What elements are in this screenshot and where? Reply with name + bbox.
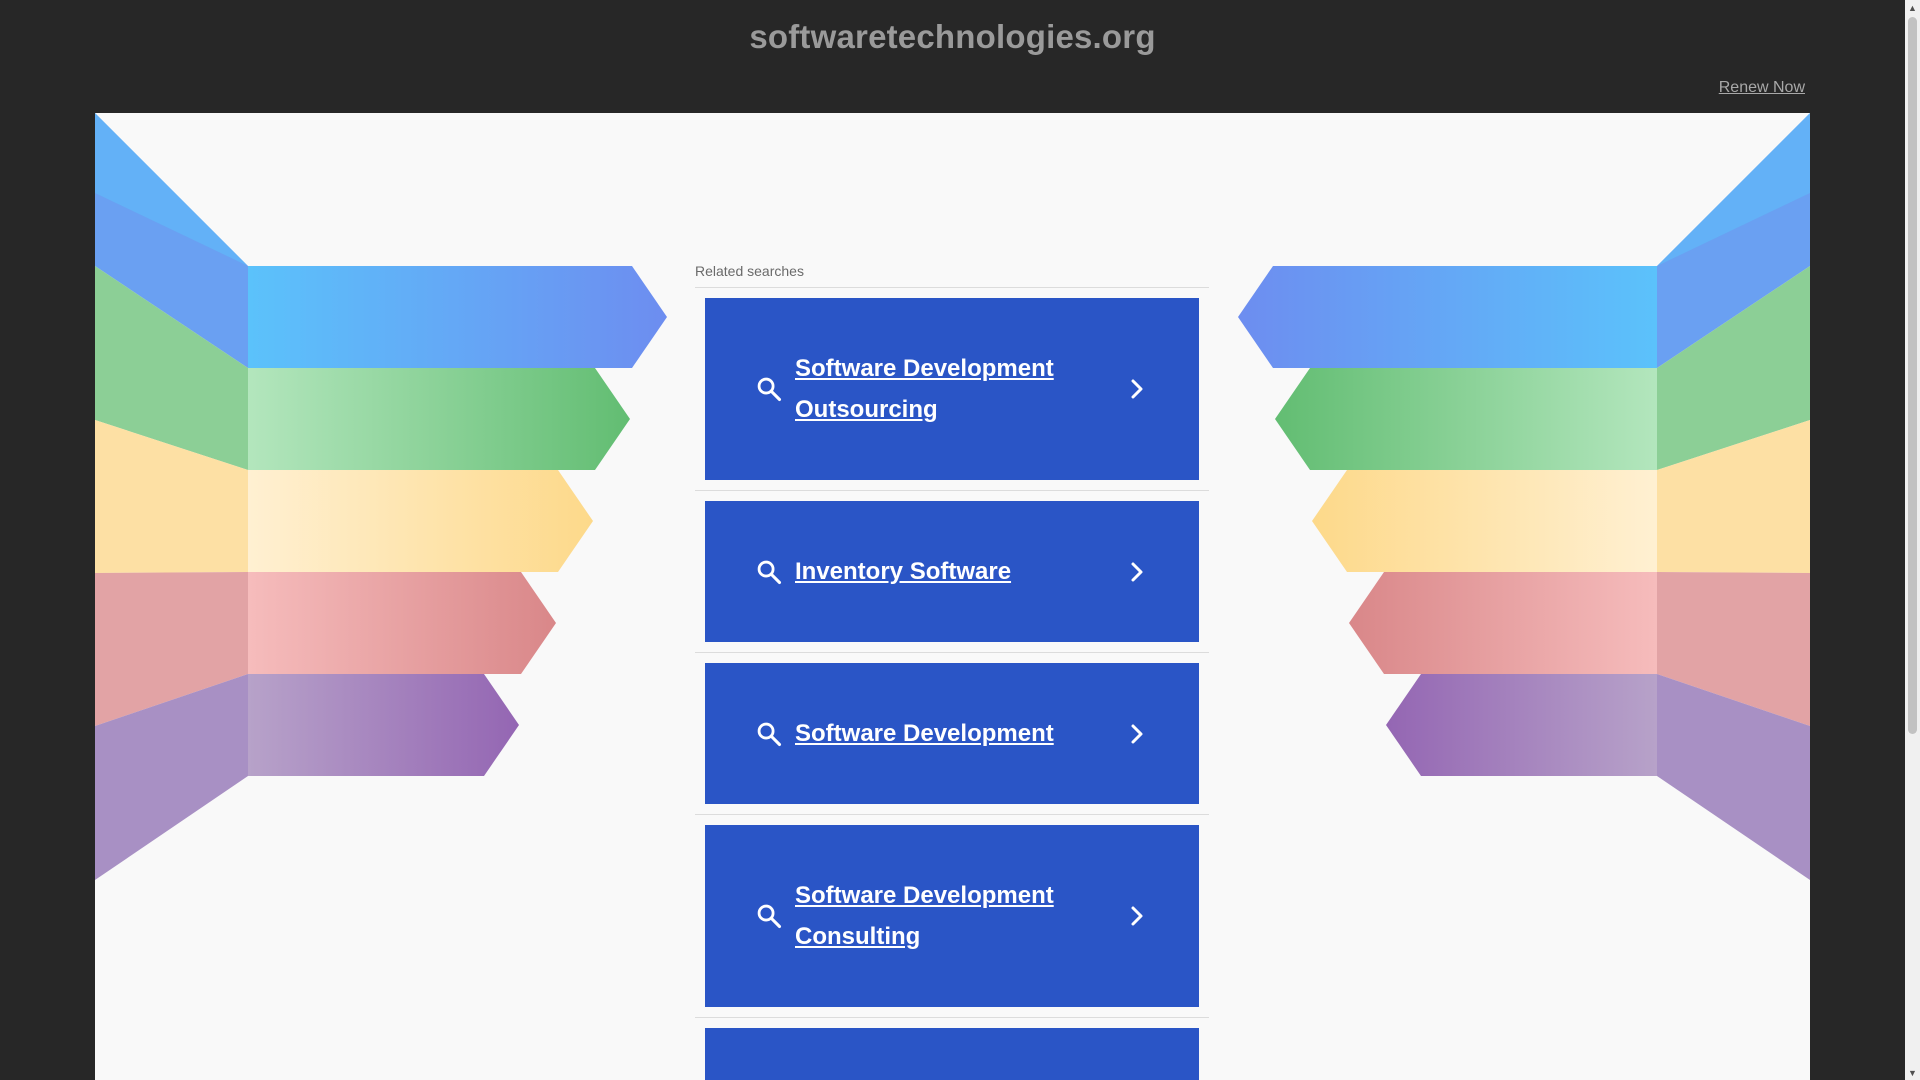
result-software-development-consulting[interactable]: Software Development Consulting — [705, 825, 1199, 1007]
content-panel: Related searches Software Development Out… — [95, 113, 1810, 1080]
list-item — [695, 1018, 1209, 1080]
chevron-right-icon — [1131, 379, 1143, 399]
result-label[interactable]: Inventory Software — [795, 551, 1125, 592]
search-icon — [757, 904, 782, 929]
result-partial[interactable] — [705, 1028, 1199, 1080]
result-inventory-software[interactable]: Inventory Software — [705, 501, 1199, 642]
scrollbar-thumb[interactable] — [1908, 17, 1917, 734]
result-label[interactable]: Software Development — [795, 713, 1125, 754]
chevron-right-icon — [1131, 562, 1143, 581]
scroll-down-arrow-icon[interactable]: ▼ — [1905, 1065, 1920, 1080]
result-software-development-outsourcing[interactable]: Software Development Outsourcing — [705, 298, 1199, 480]
list-item: Software Development Consulting — [695, 815, 1209, 1018]
search-icon — [757, 722, 782, 746]
chevron-right-icon — [1131, 724, 1143, 743]
domain-title: softwaretechnologies.org — [749, 18, 1156, 55]
page: softwaretechnologies.org Renew Now Relat… — [0, 0, 1920, 1080]
chevron-right-icon — [1131, 906, 1143, 926]
related-searches: Related searches Software Development Out… — [695, 263, 1209, 1080]
result-label[interactable]: Software Development Outsourcing — [795, 348, 1125, 430]
list-item: Software Development — [695, 653, 1209, 815]
list-item: Software Development Outsourcing — [695, 288, 1209, 491]
scroll-up-arrow-icon[interactable]: ▲ — [1905, 0, 1920, 15]
list-item: Inventory Software — [695, 491, 1209, 653]
renew-now-link[interactable]: Renew Now — [1719, 79, 1805, 97]
search-icon — [757, 377, 782, 402]
related-searches-label: Related searches — [695, 263, 1209, 288]
result-label[interactable]: Software Development Consulting — [795, 875, 1125, 957]
search-icon — [757, 560, 782, 584]
vertical-scrollbar[interactable]: ▲ ▼ — [1905, 0, 1920, 1080]
result-software-development[interactable]: Software Development — [705, 663, 1199, 804]
